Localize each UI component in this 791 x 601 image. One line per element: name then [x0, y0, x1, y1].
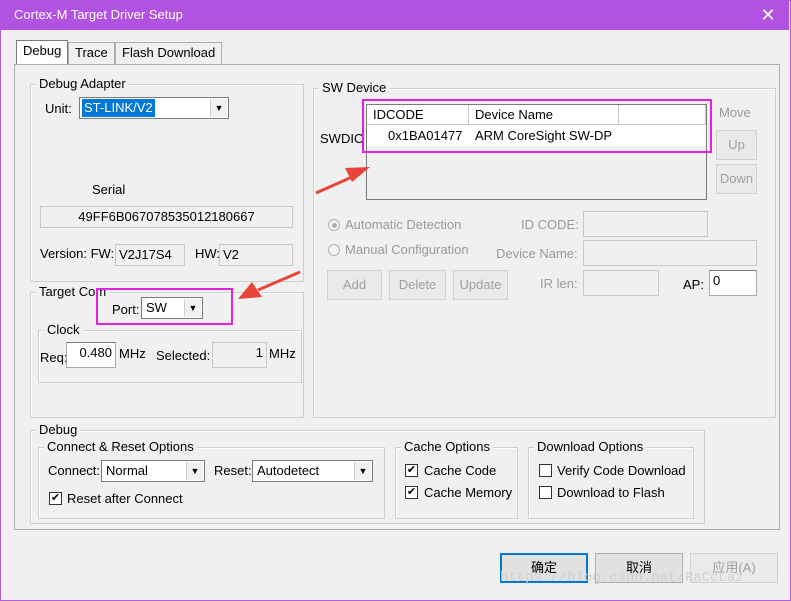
- verify-code-download-checkbox[interactable]: [539, 464, 552, 477]
- tab-debug[interactable]: Debug: [16, 40, 69, 64]
- req-unit: MHz: [119, 346, 146, 361]
- chevron-down-icon[interactable]: ▼: [184, 299, 201, 317]
- serial-field: 49FF6B067078535012180667: [40, 206, 293, 228]
- auto-detect-label: Automatic Detection: [345, 217, 462, 232]
- cache-code-checkbox[interactable]: ✔: [405, 464, 418, 477]
- sw-device-legend: SW Device: [319, 80, 390, 95]
- tab-trace[interactable]: Trace: [68, 42, 115, 64]
- port-select[interactable]: SW ▼: [141, 297, 203, 319]
- cache-options-group: [395, 447, 518, 519]
- selected-unit: MHz: [269, 346, 296, 361]
- debug-adapter-legend: Debug Adapter: [36, 76, 129, 91]
- delete-button[interactable]: Delete: [389, 270, 446, 300]
- download-to-flash-checkbox[interactable]: [539, 486, 552, 499]
- verify-code-download-label: Verify Code Download: [557, 463, 686, 478]
- req-field[interactable]: 0.480: [66, 342, 116, 368]
- reset-label: Reset:: [214, 463, 252, 478]
- down-button[interactable]: Down: [716, 164, 757, 194]
- unit-value: ST-LINK/V2: [82, 99, 155, 117]
- swdio-label: SWDIO: [320, 131, 365, 146]
- serial-label: Serial: [92, 182, 126, 197]
- reset-select[interactable]: Autodetect ▼: [252, 460, 373, 482]
- auto-detect-radio[interactable]: [328, 219, 340, 231]
- chevron-down-icon[interactable]: ▼: [354, 462, 371, 480]
- selected-label: Selected:: [156, 348, 211, 363]
- port-value: SW: [146, 300, 167, 315]
- download-options-group: [528, 447, 694, 519]
- connect-reset-group: [38, 447, 385, 519]
- port-label: Port:: [112, 302, 140, 317]
- cache-memory-label: Cache Memory: [424, 485, 513, 500]
- fw-label: Version: FW:: [40, 246, 115, 261]
- debug-legend: Debug: [36, 422, 81, 437]
- unit-label: Unit:: [45, 101, 72, 116]
- cache-options-legend: Cache Options: [401, 439, 493, 454]
- selected-field: 1: [212, 342, 267, 368]
- chevron-down-icon[interactable]: ▼: [210, 99, 227, 117]
- cache-code-label: Cache Code: [424, 463, 497, 478]
- add-button[interactable]: Add: [327, 270, 382, 300]
- reset-after-connect-label: Reset after Connect: [67, 491, 183, 506]
- up-button[interactable]: Up: [716, 130, 757, 160]
- move-label: Move: [719, 105, 751, 120]
- manual-config-radio[interactable]: [328, 244, 340, 256]
- close-icon[interactable]: ✕: [752, 1, 784, 29]
- device-name-label: Device Name:: [496, 246, 578, 261]
- watermark-text: https://blog.csdn.net/RaCcLaz: [500, 570, 744, 586]
- ir-len-label: IR len:: [540, 276, 578, 291]
- id-code-label: ID CODE:: [521, 217, 579, 232]
- device-name-field: [583, 240, 757, 266]
- window-title: Cortex-M Target Driver Setup: [14, 7, 183, 22]
- hw-field: V2: [219, 244, 293, 266]
- manual-config-label: Manual Configuration: [345, 242, 469, 257]
- cache-memory-checkbox[interactable]: ✔: [405, 486, 418, 499]
- reset-value: Autodetect: [257, 463, 320, 478]
- fw-field: V2J17S4: [115, 244, 185, 266]
- ap-label: AP:: [683, 277, 704, 292]
- unit-select[interactable]: ST-LINK/V2 ▼: [79, 97, 229, 119]
- download-to-flash-label: Download to Flash: [557, 485, 665, 500]
- connect-reset-legend: Connect & Reset Options: [44, 439, 197, 454]
- req-label: Req:: [40, 350, 68, 365]
- chevron-down-icon[interactable]: ▼: [186, 462, 203, 480]
- connect-value: Normal: [106, 463, 148, 478]
- connect-select[interactable]: Normal ▼: [101, 460, 205, 482]
- clock-legend: Clock: [44, 322, 83, 337]
- connect-label: Connect:: [48, 463, 101, 478]
- hw-label: HW:: [195, 246, 221, 261]
- download-options-legend: Download Options: [534, 439, 647, 454]
- update-button[interactable]: Update: [453, 270, 508, 300]
- ap-field[interactable]: 0: [709, 270, 757, 296]
- reset-after-connect-checkbox[interactable]: ✔: [49, 492, 62, 505]
- tab-flash-download[interactable]: Flash Download: [115, 42, 223, 64]
- idcode-highlight-box: [362, 99, 712, 153]
- id-code-field: [583, 211, 708, 237]
- title-bar[interactable]: Cortex-M Target Driver Setup ✕: [0, 0, 789, 30]
- ir-len-field: [583, 270, 659, 296]
